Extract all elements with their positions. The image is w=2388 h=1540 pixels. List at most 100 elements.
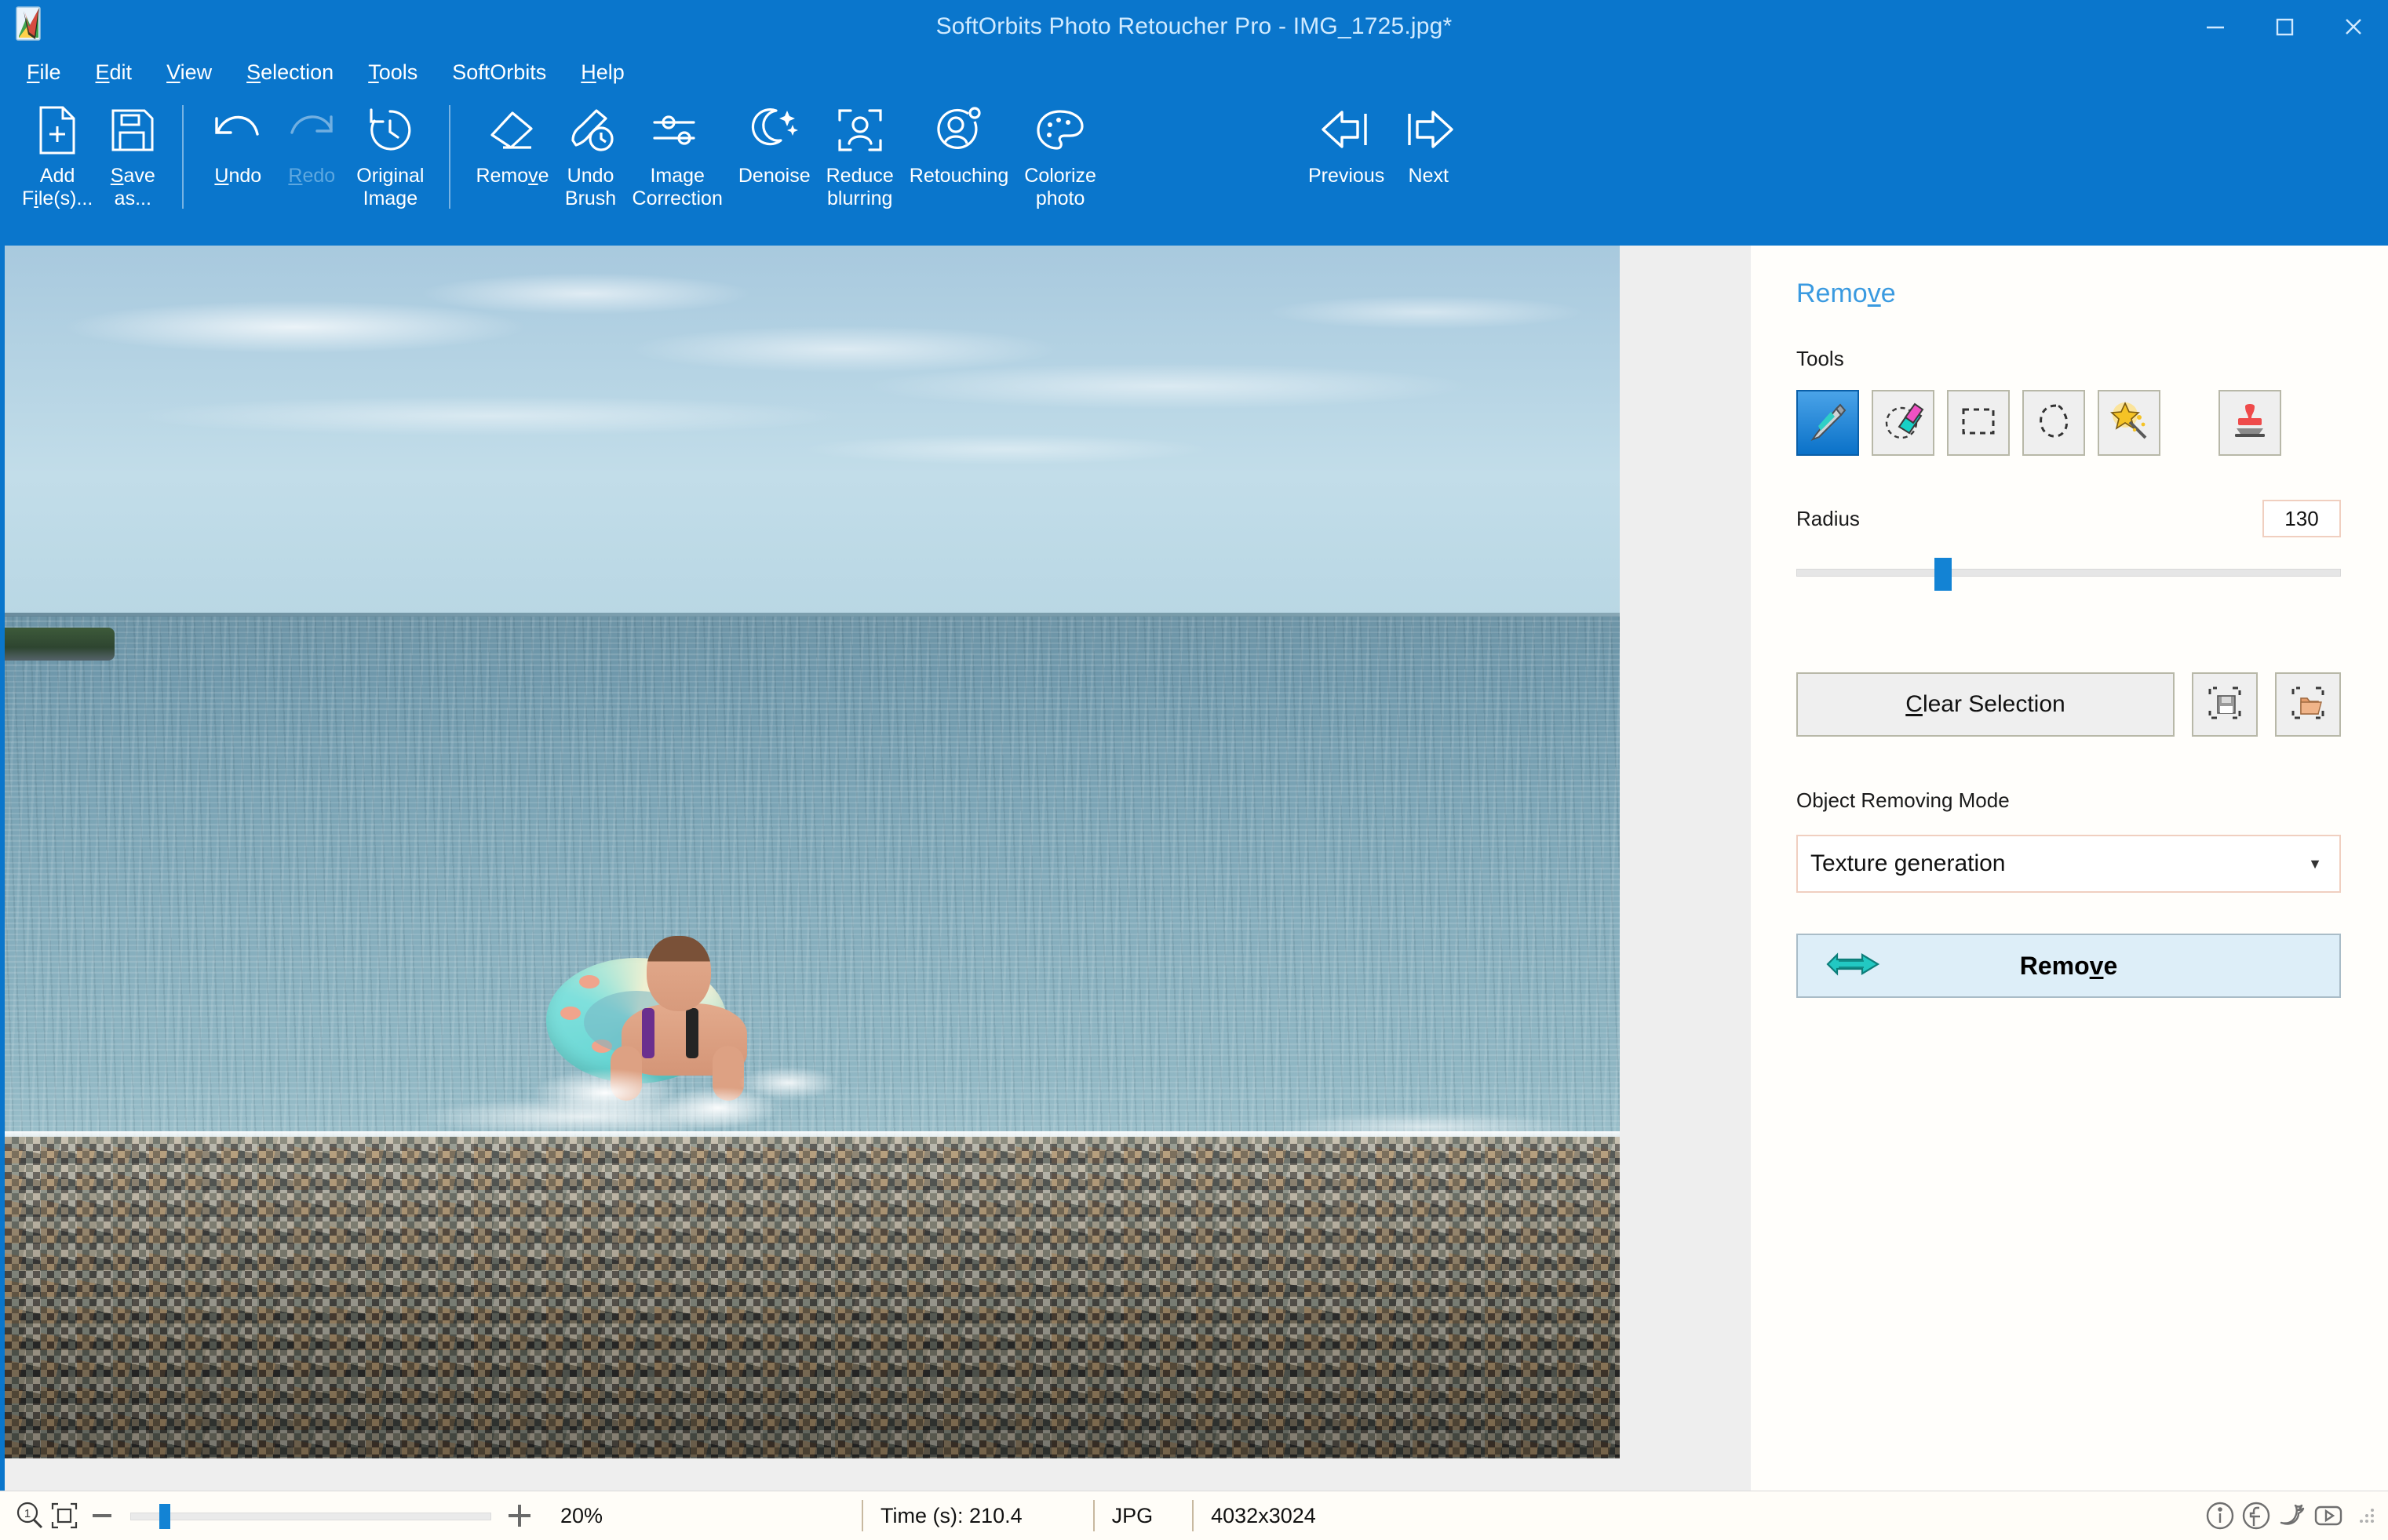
radius-value-input[interactable]: 130 — [2262, 500, 2341, 537]
focus-person-icon — [835, 100, 885, 160]
reduce-blurring-button[interactable]: Reduce blurring — [818, 97, 902, 213]
marker-tool-button[interactable] — [1796, 390, 1859, 456]
sliders-icon — [650, 100, 705, 160]
photo-image[interactable] — [5, 246, 1620, 1458]
status-separator-3 — [1192, 1500, 1194, 1531]
marker-icon — [1806, 400, 1849, 446]
retouching-button[interactable]: Retouching — [902, 97, 1016, 191]
zoom-slider-track — [130, 1513, 491, 1520]
chevron-down-icon: ▼ — [2308, 855, 2322, 872]
denoise-button[interactable]: Denoise — [731, 97, 818, 191]
ribbon-group-edit-tools: Remove Undo Brush Image Correction Denoi… — [468, 97, 1104, 213]
colorize-photo-button[interactable]: Colorize photo — [1016, 97, 1104, 213]
zoom-in-button[interactable] — [499, 1498, 540, 1533]
menu-item-view[interactable]: View — [166, 57, 229, 88]
magic-wand-tool-button[interactable] — [2098, 390, 2160, 456]
save-selection-button[interactable] — [2192, 672, 2258, 737]
save-selection-icon — [2205, 683, 2244, 726]
original-image-label: Original Image — [356, 165, 425, 209]
photo-breakwater — [5, 627, 115, 661]
zoom-actual-size-button[interactable]: 1 — [13, 1498, 47, 1533]
status-separator-1 — [862, 1500, 864, 1531]
add-files-button[interactable]: Add File(s)... — [14, 97, 100, 213]
tool-options-panel: Remove Tools Radius 130 C lear Selection… — [1751, 246, 2388, 1491]
remove-action-button[interactable]: Remove — [1796, 934, 2341, 998]
minimize-button[interactable] — [2181, 0, 2250, 53]
zoom-out-button[interactable] — [82, 1498, 122, 1533]
person-gear-icon — [934, 100, 984, 160]
remove-action-label: Remove — [2019, 951, 2118, 980]
menu-item-tools[interactable]: Tools — [368, 57, 435, 88]
undo-label: Undo — [214, 165, 262, 187]
denoise-label: Denoise — [738, 165, 811, 187]
radius-slider[interactable] — [1796, 558, 2341, 591]
arrow-left-icon — [1318, 100, 1375, 160]
image-correction-label: Image Correction — [632, 165, 723, 209]
object-removing-mode-select[interactable]: Texture generation ▼ — [1796, 835, 2341, 893]
photo-clouds — [5, 246, 1620, 616]
eraser-icon — [486, 100, 539, 160]
eraser-tool-icon — [1882, 400, 1924, 446]
load-selection-button[interactable] — [2275, 672, 2341, 737]
photo-horizon — [5, 613, 1620, 617]
ribbon-separator-2 — [449, 105, 451, 209]
time-label: Time (s): 210.4 — [880, 1503, 1023, 1527]
twitter-button[interactable] — [2275, 1498, 2310, 1533]
load-selection-icon — [2288, 683, 2328, 726]
menu-item-help[interactable]: Help — [581, 57, 642, 88]
window-controls — [2181, 0, 2388, 53]
eraser-tool-button[interactable] — [1872, 390, 1934, 456]
previous-button[interactable]: Previous — [1300, 97, 1392, 191]
svg-text:1: 1 — [24, 1507, 31, 1520]
maximize-button[interactable] — [2250, 0, 2319, 53]
image-canvas-area[interactable] — [0, 246, 1751, 1491]
original-image-button[interactable]: Original Image — [348, 97, 432, 213]
close-button[interactable] — [2319, 0, 2388, 53]
youtube-button[interactable] — [2311, 1498, 2346, 1533]
remove-label: Remove — [476, 165, 549, 187]
menu-item-softorbits[interactable]: SoftOrbits — [452, 57, 563, 88]
info-button[interactable] — [2203, 1498, 2237, 1533]
image-correction-button[interactable]: Image Correction — [625, 97, 731, 213]
ribbon-group-file: Add File(s)... Save as... — [14, 97, 165, 213]
menu-item-edit[interactable]: Edit — [96, 57, 150, 88]
redo-button[interactable]: Redo — [275, 97, 348, 191]
lasso-tool-button[interactable] — [2022, 390, 2085, 456]
rectangle-select-icon — [1957, 400, 2000, 446]
undo-icon — [209, 100, 267, 160]
radius-slider-track — [1796, 569, 2341, 577]
zoom-slider-thumb[interactable] — [159, 1504, 170, 1529]
work-area: Remove Tools Radius 130 C lear Selection… — [0, 246, 2388, 1491]
undo-button[interactable]: Undo — [201, 97, 275, 191]
menu-bar: File Edit View Selection Tools SoftOrbit… — [0, 53, 2388, 91]
rectangle-select-tool-button[interactable] — [1947, 390, 2010, 456]
lasso-icon — [2033, 400, 2075, 446]
facebook-button[interactable] — [2239, 1498, 2273, 1533]
next-button[interactable]: Next — [1392, 97, 1464, 191]
menu-item-selection[interactable]: Selection — [246, 57, 351, 88]
undo-brush-icon — [565, 100, 617, 160]
remove-button[interactable]: Remove — [468, 97, 556, 191]
undo-brush-label: Undo Brush — [564, 165, 617, 209]
menu-item-file[interactable]: File — [27, 57, 78, 88]
radius-slider-thumb[interactable] — [1934, 558, 1952, 591]
title-bar: SoftOrbits Photo Retoucher Pro - IMG_172… — [0, 0, 2388, 53]
arrow-right-icon — [1400, 100, 1456, 160]
stamp-icon — [2229, 400, 2271, 446]
status-separator-2 — [1092, 1500, 1095, 1531]
resize-grip-icon[interactable] — [2357, 1505, 2377, 1526]
photo-pebble-shading — [5, 1137, 1620, 1458]
save-as-button[interactable]: Save as... — [100, 97, 165, 213]
tools-section-label: Tools — [1796, 347, 1844, 370]
format-label: JPG — [1111, 1503, 1154, 1527]
retouching-label: Retouching — [909, 165, 1009, 187]
ribbon-group-navigation: Previous Next — [1300, 97, 1464, 191]
fit-to-window-button[interactable] — [47, 1498, 82, 1533]
object-removing-mode-label: Object Removing Mode — [1796, 788, 2010, 812]
clear-selection-button[interactable]: Clear Selection — [1796, 672, 2175, 737]
zoom-slider[interactable] — [130, 1500, 491, 1531]
ribbon-group-history: Undo Redo Original Image — [201, 97, 432, 213]
undo-brush-button[interactable]: Undo Brush — [557, 97, 625, 213]
dimensions-label: 4032x3024 — [1211, 1503, 1316, 1527]
stamp-tool-button[interactable] — [2218, 390, 2281, 456]
